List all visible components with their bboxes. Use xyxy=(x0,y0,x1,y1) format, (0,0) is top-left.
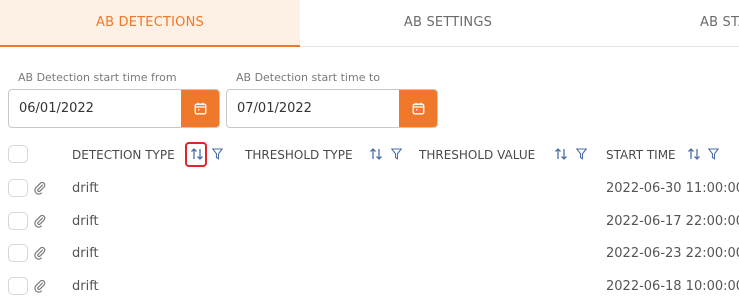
detection-type-cell: drift xyxy=(72,181,99,196)
start-to-label: AB Detection start time to xyxy=(236,71,381,84)
filter-threshold-type-icon[interactable] xyxy=(389,136,403,172)
row-checkbox[interactable] xyxy=(8,179,28,197)
column-header-threshold-value: THRESHOLD VALUE xyxy=(419,147,536,162)
paperclip-icon[interactable] xyxy=(33,246,47,260)
paperclip-icon[interactable] xyxy=(33,279,47,293)
filter-detection-type-icon[interactable] xyxy=(210,136,224,172)
filter-threshold-value-icon[interactable] xyxy=(574,136,588,172)
table-row[interactable]: drift 2022-06-17 22:00:00 xyxy=(0,205,739,238)
detection-type-cell: drift xyxy=(72,214,99,229)
detection-type-cell: drift xyxy=(72,246,99,261)
start-time-cell: 2022-06-23 22:00:00 xyxy=(606,246,739,261)
tab-ab-detections[interactable]: AB DETECTIONS xyxy=(0,0,300,47)
calendar-icon xyxy=(412,102,425,115)
tab-ab-settings[interactable]: AB SETTINGS xyxy=(300,0,596,47)
calendar-icon xyxy=(194,102,207,115)
column-header-start-time: START TIME xyxy=(606,147,676,162)
row-checkbox[interactable] xyxy=(8,277,28,295)
filter-start-time-icon[interactable] xyxy=(706,136,720,172)
table-row[interactable]: drift 2022-06-18 10:00:00 xyxy=(0,270,739,303)
start-time-cell: 2022-06-17 22:00:00 xyxy=(606,214,739,229)
sort-threshold-value-icon[interactable] xyxy=(552,136,570,172)
column-header-detection-type: DETECTION TYPE xyxy=(72,147,175,162)
tab-ab-sta[interactable]: AB STA xyxy=(596,0,739,47)
start-from-label: AB Detection start time from xyxy=(18,71,177,84)
column-header-threshold-type: THRESHOLD TYPE xyxy=(245,147,353,162)
sort-threshold-type-icon[interactable] xyxy=(367,136,385,172)
start-to-calendar-button[interactable] xyxy=(399,90,437,127)
paperclip-icon[interactable] xyxy=(33,181,47,195)
row-checkbox[interactable] xyxy=(8,244,28,262)
sort-start-time-icon[interactable] xyxy=(685,136,703,172)
start-time-cell: 2022-06-18 10:00:00 xyxy=(606,279,739,294)
table-row[interactable]: drift 2022-06-30 11:00:00 xyxy=(0,172,739,205)
start-to-field[interactable]: 07/01/2022 xyxy=(226,89,438,128)
paperclip-icon[interactable] xyxy=(33,214,47,228)
table-row[interactable]: drift 2022-06-23 22:00:00 xyxy=(0,237,739,270)
row-checkbox[interactable] xyxy=(8,212,28,230)
sort-highlight-box xyxy=(185,142,207,167)
start-time-cell: 2022-06-30 11:00:00 xyxy=(606,181,739,196)
start-from-field[interactable]: 06/01/2022 xyxy=(8,89,220,128)
start-to-value: 07/01/2022 xyxy=(237,101,312,116)
table-header: DETECTION TYPE THRESHOLD TYPE THRESHOLD … xyxy=(0,136,739,172)
detection-type-cell: drift xyxy=(72,279,99,294)
select-all-checkbox[interactable] xyxy=(8,145,28,163)
start-from-calendar-button[interactable] xyxy=(181,90,219,127)
tab-bar: AB DETECTIONS AB SETTINGS AB STA xyxy=(0,0,739,47)
start-from-value: 06/01/2022 xyxy=(19,101,94,116)
